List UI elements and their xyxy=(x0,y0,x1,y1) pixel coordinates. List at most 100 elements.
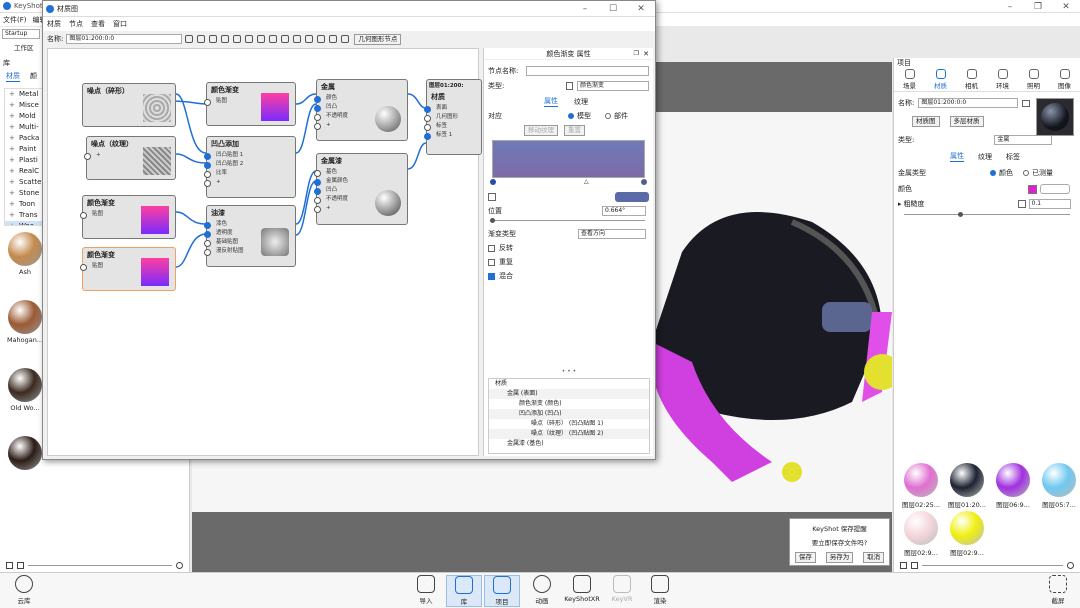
arrange-icon[interactable] xyxy=(329,35,338,43)
gradient-stop-right[interactable] xyxy=(641,179,647,185)
hierarchy-tree-item[interactable]: 凹凸添加 (凹凸) xyxy=(489,409,649,419)
radio-part[interactable] xyxy=(605,113,611,119)
save-button[interactable]: 保存 xyxy=(794,552,816,563)
undo-icon[interactable] xyxy=(197,35,206,43)
library-material-thumb[interactable]: Mahogan... xyxy=(4,300,46,346)
proj-grid-view-icon[interactable] xyxy=(900,561,907,569)
node-paint[interactable]: 油漆 漆色 透明度 基础贴图 漫反射贴图 xyxy=(204,205,296,267)
app-restore-button[interactable]: ❐ xyxy=(1024,0,1052,13)
radio-model[interactable] xyxy=(568,113,574,119)
graph-name-field[interactable]: 图层01:200:0:0 xyxy=(66,34,183,44)
collapse-icon[interactable] xyxy=(281,35,290,43)
render-button[interactable]: 渲染 xyxy=(642,575,678,607)
subtab-properties[interactable]: 属性 xyxy=(950,151,964,162)
tab-lighting[interactable]: 照明 xyxy=(1019,69,1049,90)
folder-icon[interactable] xyxy=(1022,99,1031,107)
app-minimize-button[interactable]: – xyxy=(996,0,1024,13)
app-close-button[interactable]: ✕ xyxy=(1052,0,1080,13)
color-value-field[interactable] xyxy=(1040,184,1070,194)
roughness-slider[interactable] xyxy=(904,212,1070,217)
gradient-midpoint[interactable]: △ xyxy=(584,178,589,185)
startup-select[interactable]: Startup xyxy=(2,29,40,39)
list-view-icon[interactable] xyxy=(17,561,24,569)
proj-thumb-size-slider[interactable] xyxy=(922,564,1063,566)
node-name-field[interactable] xyxy=(525,66,649,76)
node-noise-texture[interactable]: 噪点（纹理） + xyxy=(84,136,176,180)
material-graph-button[interactable]: 材质图 xyxy=(912,116,940,127)
grid-icon[interactable] xyxy=(293,35,302,43)
node-metallic-paint[interactable]: 金属漆 基色 金属颜色 凹凸 不透明度 + xyxy=(314,153,408,225)
project-material-thumb[interactable]: 图层06:9... xyxy=(992,463,1034,509)
node-graph-canvas[interactable]: 噪点（碎形） 噪点（纹理） + 颜色渐变 贴图 颜色渐变 贴图 颜色渐变 贴图 … xyxy=(47,48,482,456)
reset-button[interactable]: 重置 xyxy=(564,125,585,136)
menu-file[interactable]: 文件(F) xyxy=(0,15,30,25)
library-material-thumb[interactable]: Ash xyxy=(4,232,46,278)
thumb-size-slider[interactable] xyxy=(28,564,172,566)
radio-color[interactable] xyxy=(990,170,996,176)
position-field[interactable]: 0.664° xyxy=(602,206,646,216)
tab-material[interactable]: 材质 xyxy=(926,69,956,90)
screenshot-button[interactable]: 截屏 xyxy=(1040,575,1076,607)
multi-layer-material-button[interactable]: 多层材质 xyxy=(949,116,984,127)
color-swatch[interactable] xyxy=(1028,184,1037,194)
material-type-select[interactable]: 金属 xyxy=(994,135,1053,145)
tab-colors[interactable]: 颜 xyxy=(30,71,37,81)
library-button[interactable]: 库 xyxy=(446,575,482,607)
blend-checkbox[interactable] xyxy=(488,272,495,280)
share-icon[interactable] xyxy=(341,35,350,43)
node-material[interactable]: 图层01:200: 材质 表面 几何图形 标签 标签 1 xyxy=(424,79,482,155)
redo-icon[interactable] xyxy=(209,35,218,43)
props-float-icon[interactable]: ❐ xyxy=(634,50,639,57)
material-name-field[interactable]: 图层01:200:0:0 xyxy=(918,98,1019,108)
tab-scene[interactable]: 场景 xyxy=(895,69,925,90)
fit-icon[interactable] xyxy=(305,35,314,43)
props-close-icon[interactable]: ✕ xyxy=(643,50,649,58)
expand-icon[interactable] xyxy=(269,35,278,43)
tab-camera[interactable]: 相机 xyxy=(957,69,987,90)
graph-minimize-button[interactable]: – xyxy=(571,2,599,15)
import-button[interactable]: 导入 xyxy=(408,575,444,607)
repeat-checkbox[interactable] xyxy=(488,258,495,266)
graph-maximize-button[interactable]: ☐ xyxy=(599,2,627,15)
tab-environment[interactable]: 环境 xyxy=(988,69,1018,90)
proj-list-view-icon[interactable] xyxy=(911,561,918,569)
trash-icon[interactable] xyxy=(566,82,573,90)
refresh-icon[interactable] xyxy=(185,35,194,43)
panel-splitter[interactable]: • • • xyxy=(484,369,654,376)
project-material-thumb[interactable]: 图层02:25... xyxy=(900,463,942,509)
gradient-type-select[interactable]: 查看方向 xyxy=(578,229,646,239)
reverse-checkbox[interactable] xyxy=(488,244,495,252)
node-color-gradient-2[interactable]: 颜色渐变 贴图 xyxy=(80,247,176,291)
tab-materials[interactable]: 材质 xyxy=(6,71,20,82)
node-type-select[interactable]: 颜色渐变 xyxy=(577,81,649,91)
subtab-label[interactable]: 标签 xyxy=(1006,152,1020,162)
project-material-thumb[interactable]: 图层02:9... xyxy=(900,511,942,557)
selected-stop-swatch[interactable] xyxy=(615,192,649,202)
graph-close-button[interactable]: ✕ xyxy=(627,2,655,15)
project-material-thumb[interactable]: 图层02:9... xyxy=(946,511,988,557)
project-button[interactable]: 项目 xyxy=(484,575,520,607)
save-as-button[interactable]: 另存为 xyxy=(825,552,854,563)
copy-icon[interactable] xyxy=(245,35,254,43)
graph-menu-window[interactable]: 窗口 xyxy=(113,19,127,29)
geometry-node-button[interactable]: 几何图形节点 xyxy=(354,33,402,45)
project-material-thumb[interactable]: 图层05:7... xyxy=(1038,463,1080,509)
move-texture-button[interactable]: 移动纹理 xyxy=(524,125,558,136)
hierarchy-tree-item[interactable]: 噪点（纹理） (凹凸贴图 2) xyxy=(489,429,649,439)
graph-menu-material[interactable]: 材质 xyxy=(47,19,61,29)
props-tab-texture[interactable]: 纹理 xyxy=(574,97,588,107)
cloud-library-button[interactable]: 云库 xyxy=(6,575,42,607)
hierarchy-tree-item[interactable]: 材质 xyxy=(489,379,649,389)
radio-measured[interactable] xyxy=(1023,170,1029,176)
align-icon[interactable] xyxy=(233,35,242,43)
graph-menu-view[interactable]: 查看 xyxy=(91,19,105,29)
zoom-icon[interactable] xyxy=(317,35,326,43)
hierarchy-tree-item[interactable]: 金属漆 (基色) xyxy=(489,439,649,449)
roughness-expand-icon[interactable]: ▸ xyxy=(898,200,902,208)
proj-settings-icon[interactable] xyxy=(1067,561,1074,569)
hierarchy-tree-item[interactable]: 噪点（碎形） (凹凸贴图 1) xyxy=(489,419,649,429)
project-material-thumb[interactable]: 图层01:20... xyxy=(946,463,988,509)
texture-link-icon[interactable] xyxy=(1017,200,1026,208)
gradient-tools-icon[interactable] xyxy=(488,193,496,201)
hierarchy-tree-item[interactable]: 金属 (表面) xyxy=(489,389,649,399)
